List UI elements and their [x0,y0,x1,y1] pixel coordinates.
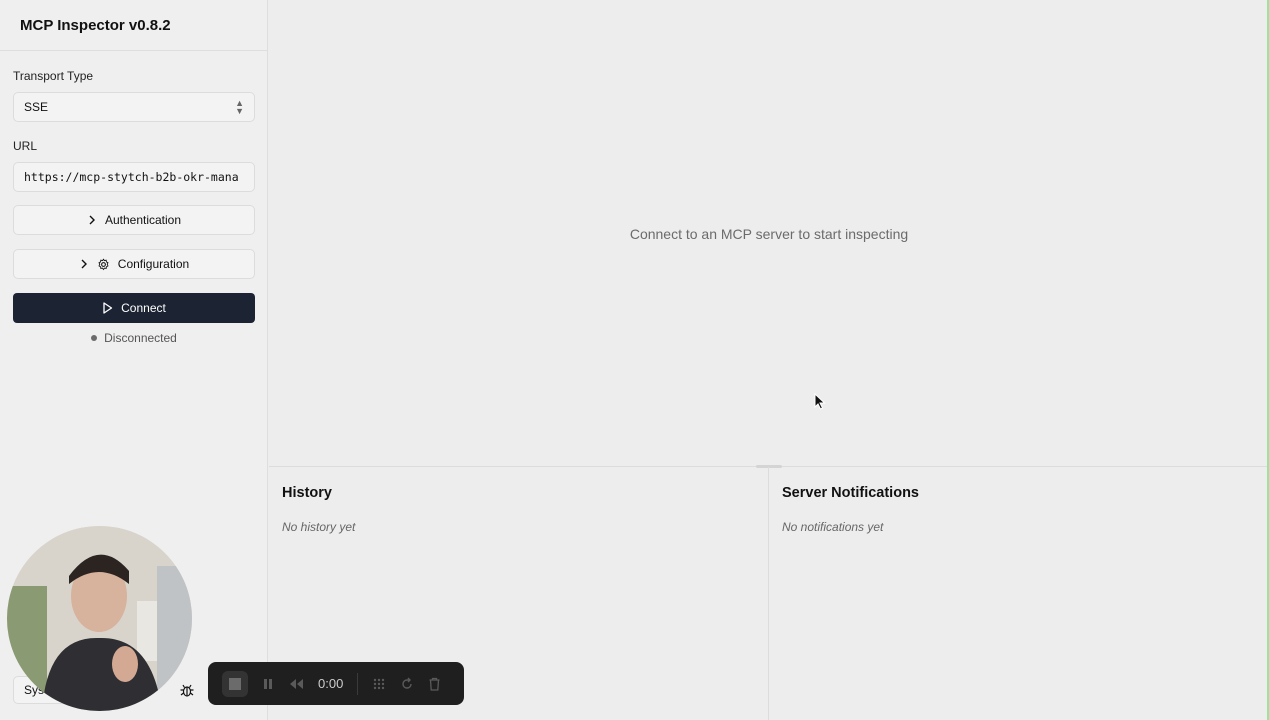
gear-icon [98,257,109,270]
cursor-icon [814,393,826,410]
configuration-button[interactable]: Configuration [13,249,255,279]
connect-button[interactable]: Connect [13,293,255,323]
restart-icon[interactable] [400,677,414,691]
main-area: Connect to an MCP server to start inspec… [269,0,1269,466]
play-icon [103,302,113,314]
status-text: Disconnected [104,331,177,345]
transport-type-label: Transport Type [13,69,94,83]
notifications-empty: No notifications yet [782,520,884,534]
grid-icon[interactable] [372,677,386,691]
rewind-icon[interactable] [288,678,304,690]
bug-icon[interactable] [179,682,195,698]
transport-type-select[interactable]: SSE ▲ ▼ [13,92,255,122]
chevron-updown-icon: ▲ ▼ [235,98,244,116]
webcam-image [7,526,192,711]
history-empty: No history yet [282,520,356,534]
trash-icon[interactable] [428,677,441,691]
status-dot [91,335,98,341]
authentication-button[interactable]: Authentication [13,205,255,235]
stop-icon [229,677,241,690]
chevron-right-icon [81,259,87,269]
url-input[interactable]: https://mcp-stytch-b2b-okr-mana [13,162,255,192]
webcam-overlay [7,526,192,711]
configuration-label: Configuration [117,257,190,271]
pause-icon[interactable] [262,678,274,690]
chevron-right-icon [89,215,95,225]
notifications-panel: Server Notifications No notifications ye… [769,467,1267,720]
app-title: MCP Inspector v0.8.2 [0,0,267,51]
authentication-label: Authentication [104,213,182,227]
url-label: URL [13,139,38,153]
connection-status: Disconnected [0,331,268,345]
empty-state-message: Connect to an MCP server to start inspec… [629,226,909,242]
transport-type-value: SSE [24,100,49,114]
recording-time: 0:00 [318,676,344,691]
recording-toolbar: 0:00 [208,662,464,705]
notifications-title: Server Notifications [782,485,919,501]
toolbar-separator [357,672,359,695]
history-title: History [282,485,332,501]
connect-label: Connect [121,301,166,315]
stop-button[interactable] [222,670,248,697]
